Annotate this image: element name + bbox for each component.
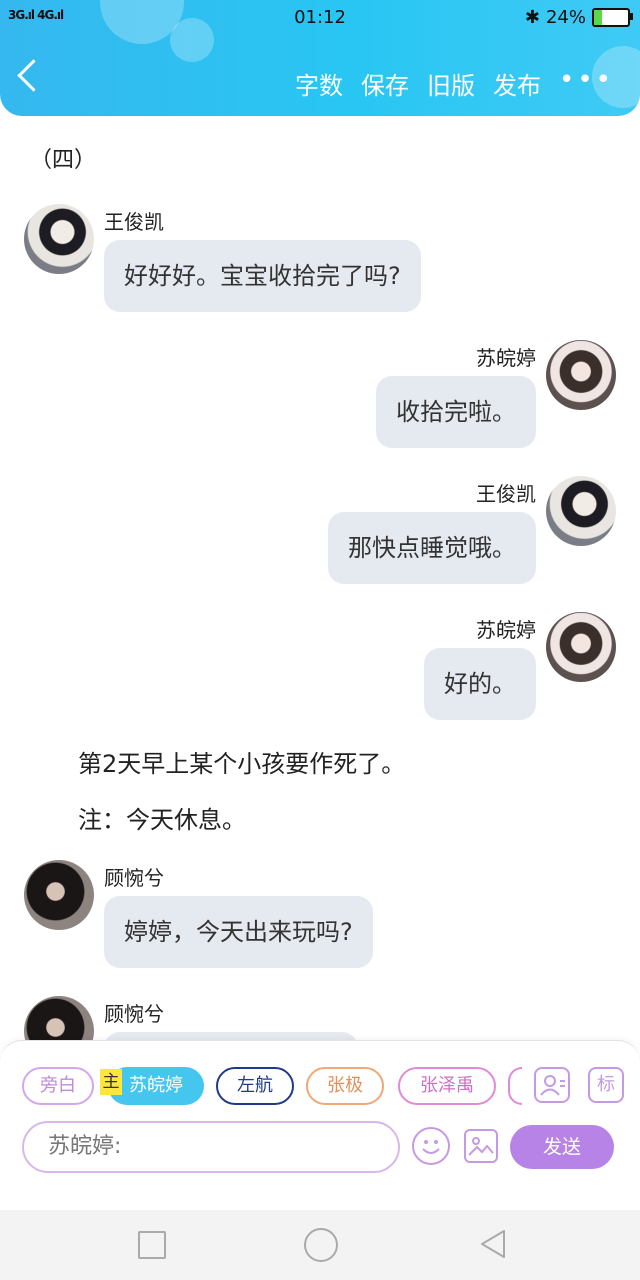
chat-bubble[interactable]: 好的。 xyxy=(424,648,536,720)
send-button[interactable]: 发送 xyxy=(510,1125,614,1169)
home-icon[interactable] xyxy=(304,1228,338,1262)
narration-text[interactable]: 第2天早上某个小孩要作死了。 xyxy=(78,744,405,779)
save-button[interactable]: 保存 xyxy=(361,66,409,101)
role-chip-narrator[interactable]: 旁白 xyxy=(22,1067,94,1105)
word-count-button[interactable]: 字数 xyxy=(295,66,343,101)
role-chip[interactable]: 张泽禹 xyxy=(398,1067,496,1105)
avatar[interactable] xyxy=(546,612,616,682)
speaker-name: 苏皖婷 xyxy=(476,618,536,642)
back-icon[interactable] xyxy=(17,59,50,92)
chat-bubble[interactable]: 好好好。宝宝收拾完了吗? xyxy=(104,240,421,312)
role-chip-partial[interactable] xyxy=(508,1067,522,1105)
status-bar: 3G.ıl 4G.ıl 01:12 ✱ 24% xyxy=(0,6,640,30)
speaker-name: 王俊凯 xyxy=(476,482,536,506)
battery-percent: 24% xyxy=(545,7,586,28)
bluetooth-icon: ✱ xyxy=(524,7,540,28)
publish-button[interactable]: 发布 xyxy=(493,66,541,101)
composer-panel: 旁白 苏皖婷 主 左航 张极 张泽禹 标 苏皖婷: 发送 xyxy=(0,1040,640,1211)
avatar[interactable] xyxy=(24,204,94,274)
role-chip[interactable]: 张极 xyxy=(306,1067,384,1105)
battery-icon xyxy=(592,8,633,27)
chat-bubble[interactable]: 婷婷，今天出来玩吗? xyxy=(104,896,373,968)
speaker-name: 顾惋兮 xyxy=(104,1002,164,1026)
toolbar: 字数 保存 旧版 发布 ••• xyxy=(295,65,640,101)
nav-back-icon[interactable] xyxy=(478,1228,508,1260)
mark-button[interactable]: 标 xyxy=(588,1067,624,1103)
old-version-button[interactable]: 旧版 xyxy=(427,66,475,101)
avatar[interactable] xyxy=(24,860,94,930)
narration-text[interactable]: 注：今天休息。 xyxy=(78,800,246,835)
speaker-name: 顾惋兮 xyxy=(104,866,164,890)
speaker-name: 王俊凯 xyxy=(104,210,164,234)
avatar[interactable] xyxy=(546,476,616,546)
message-input[interactable]: 苏皖婷: xyxy=(22,1121,400,1173)
role-chip[interactable]: 左航 xyxy=(216,1067,294,1105)
image-icon[interactable] xyxy=(464,1129,498,1163)
chat-bubble[interactable]: 收拾完啦。 xyxy=(376,376,536,448)
section-title: （四） xyxy=(30,148,97,173)
emoji-icon[interactable] xyxy=(412,1127,450,1165)
recent-apps-icon[interactable] xyxy=(138,1231,166,1259)
speaker-name: 苏皖婷 xyxy=(476,346,536,370)
system-nav-bar xyxy=(0,1210,640,1280)
role-chip-main[interactable]: 苏皖婷 xyxy=(108,1067,204,1105)
avatar[interactable] xyxy=(546,340,616,410)
header-bar: 3G.ıl 4G.ıl 01:12 ✱ 24% 字数 保存 旧版 发布 ••• xyxy=(0,0,640,116)
main-role-tag: 主 xyxy=(100,1069,122,1095)
more-icon[interactable]: ••• xyxy=(559,65,614,95)
character-manage-icon[interactable] xyxy=(534,1067,570,1103)
chat-bubble[interactable]: 那快点睡觉哦。 xyxy=(328,512,536,584)
